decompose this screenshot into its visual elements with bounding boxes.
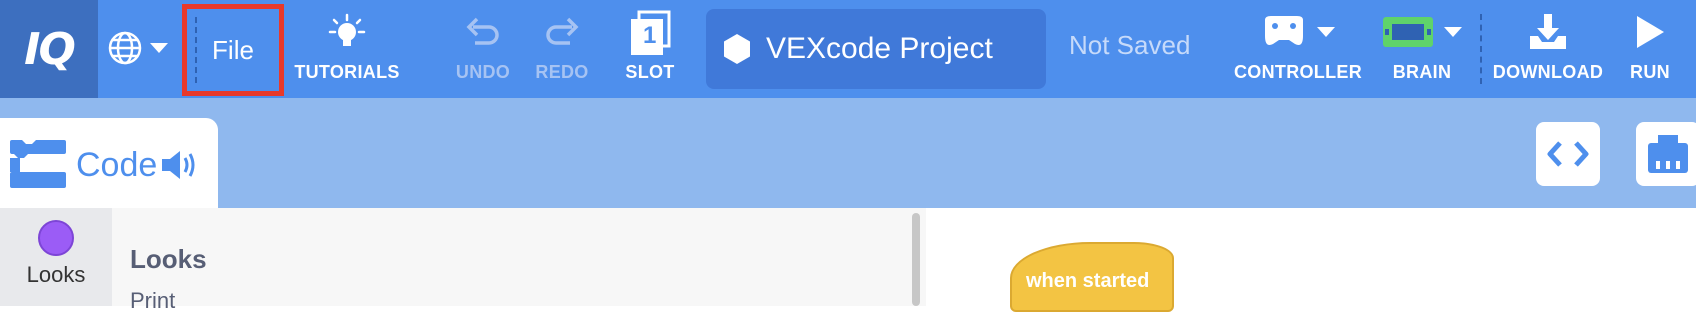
controller-button[interactable]: CONTROLLER xyxy=(1234,8,1362,90)
block-palette: Looks Print xyxy=(112,208,926,313)
tutorials-button[interactable]: TUTORIALS xyxy=(294,8,400,90)
chevron-down-icon xyxy=(1444,27,1462,37)
redo-label: REDO xyxy=(535,62,589,82)
device-info-button[interactable] xyxy=(1636,122,1696,186)
chevron-down-icon xyxy=(1317,27,1335,37)
download-icon xyxy=(1527,8,1569,56)
file-menu-label: File xyxy=(212,34,254,65)
undo-button[interactable]: UNDO xyxy=(448,8,518,90)
save-status: Not Saved xyxy=(1069,30,1191,60)
slot-icon: 1 xyxy=(627,8,673,56)
download-button[interactable]: DOWNLOAD xyxy=(1492,8,1604,90)
lightbulb-icon xyxy=(327,8,367,56)
brain-button[interactable]: BRAIN xyxy=(1374,8,1470,90)
top-menu-bar: IQ File TUTORIALS UNDO REDO 1 SLOT VEXco… xyxy=(0,0,1696,98)
globe-icon xyxy=(108,31,142,65)
speaker-icon[interactable] xyxy=(160,148,200,182)
controller-label: CONTROLLER xyxy=(1234,62,1362,82)
category-looks[interactable]: Looks xyxy=(0,208,112,300)
code-blocks-icon xyxy=(10,140,66,188)
palette-section-title: Looks xyxy=(130,244,207,274)
editor-toolbar xyxy=(0,98,1696,208)
file-menu-button[interactable]: File xyxy=(182,4,284,96)
logo-text: IQ xyxy=(24,23,76,75)
menu-divider xyxy=(195,17,197,83)
run-button[interactable]: RUN xyxy=(1620,8,1680,90)
category-label: Looks xyxy=(26,262,86,287)
run-label: RUN xyxy=(1630,62,1670,82)
redo-button[interactable]: REDO xyxy=(527,8,597,90)
undo-icon xyxy=(463,8,503,56)
project-name: VEXcode Project xyxy=(766,32,993,65)
code-brackets-icon xyxy=(1547,141,1589,167)
tutorials-label: TUTORIALS xyxy=(294,62,400,82)
download-label: DOWNLOAD xyxy=(1492,62,1604,82)
brain-menu xyxy=(1382,8,1462,56)
slot-label: SLOT xyxy=(625,62,675,82)
brain-label: BRAIN xyxy=(1392,62,1452,82)
controller-icon xyxy=(1265,16,1303,45)
language-menu-button[interactable] xyxy=(108,26,180,70)
palette-scrollbar[interactable] xyxy=(912,213,920,306)
menu-divider xyxy=(1480,14,1482,84)
chevron-down-icon xyxy=(150,43,168,53)
project-name-field[interactable]: VEXcode Project xyxy=(706,9,1046,89)
run-icon xyxy=(1634,8,1666,56)
block-label: when started xyxy=(1026,270,1150,292)
undo-label: UNDO xyxy=(455,62,511,82)
controller-menu xyxy=(1261,8,1335,56)
slot-button[interactable]: 1 SLOT xyxy=(614,8,686,90)
hexagon-icon xyxy=(724,34,750,64)
vexcode-iq-logo: IQ xyxy=(0,0,98,98)
when-started-block[interactable]: when started xyxy=(1010,242,1174,312)
category-color-dot xyxy=(38,220,74,256)
brain-icon xyxy=(1383,17,1433,47)
slot-number: 1 xyxy=(643,22,657,49)
code-tab-label: Code xyxy=(76,146,158,184)
palette-block-print[interactable]: Print xyxy=(130,288,175,314)
tab-code[interactable]: Code xyxy=(0,118,218,210)
redo-icon xyxy=(542,8,582,56)
block-category-list: Looks xyxy=(0,208,112,306)
device-icon xyxy=(1648,135,1688,173)
code-viewer-button[interactable] xyxy=(1536,122,1600,186)
